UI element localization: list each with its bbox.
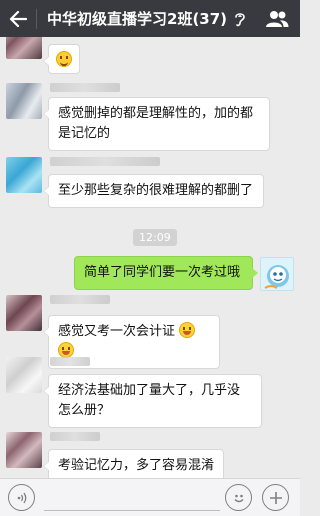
plus-icon: [269, 491, 282, 504]
message-text: 至少那些复杂的很难理解的都删了: [58, 183, 254, 198]
nickname-blurred: [50, 157, 160, 166]
ear-icon: [234, 11, 246, 27]
back-arrow-icon: [9, 10, 27, 27]
voice-button[interactable]: [8, 484, 35, 511]
message-text: 感觉又考一次会计证: [58, 324, 176, 339]
message-text: 经济法基础加了量大了，几乎没怎么册？: [58, 383, 241, 418]
message-bubble[interactable]: 感觉删掉的都是理解性的，加的都是记忆的: [43, 97, 270, 151]
nickname-blurred: [50, 295, 110, 304]
nickname-blurred: [50, 432, 100, 441]
timestamp-badge: 12:09: [133, 229, 177, 246]
back-button[interactable]: [0, 0, 36, 37]
group-info-button[interactable]: [262, 0, 292, 37]
chat-header: 中华初级直播学习2班(37): [0, 0, 300, 37]
message-text: 考验记忆力，多了容易混淆: [58, 458, 215, 473]
smile-emoji-icon: [56, 51, 72, 67]
avatar[interactable]: [6, 432, 42, 468]
group-members-icon: [266, 10, 289, 27]
message-text: 简单了同学们要一次考过哦: [84, 265, 241, 280]
chat-area[interactable]: 感觉删掉的都是理解性的，加的都是记忆的 至少那些复杂的很难理解的都删了 12:0…: [0, 37, 300, 478]
avatar[interactable]: [6, 157, 42, 193]
message-bubble[interactable]: 至少那些复杂的很难理解的都删了: [43, 174, 264, 208]
voice-icon: [17, 492, 26, 503]
laugh-cry-emoji-icon: [58, 342, 74, 358]
nickname-blurred: [50, 83, 120, 92]
message-bubble-own[interactable]: 简单了同学们要一次考过哦: [74, 256, 258, 290]
nickname-blurred: [50, 357, 90, 366]
emoji-icon: [233, 494, 244, 502]
avatar[interactable]: [6, 295, 42, 331]
message-bubble[interactable]: 经济法基础加了量大了，几乎没怎么册？: [43, 374, 262, 428]
avatar[interactable]: [6, 83, 42, 119]
emoji-button[interactable]: [225, 484, 252, 511]
avatar[interactable]: [6, 357, 42, 393]
avatar[interactable]: [6, 37, 42, 59]
message-input[interactable]: [44, 485, 220, 511]
input-bar: [0, 478, 300, 516]
header-divider: [36, 8, 37, 29]
more-button[interactable]: [262, 484, 289, 511]
own-avatar[interactable]: [260, 257, 294, 291]
laugh-cry-emoji-icon: [179, 322, 196, 338]
message-bubble[interactable]: 考验记忆力，多了容易混淆: [43, 449, 224, 478]
message-bubble[interactable]: [43, 44, 80, 74]
chat-title: 中华初级直播学习2班(37): [47, 10, 228, 28]
message-text: 感觉删掉的都是理解性的，加的都是记忆的: [58, 106, 254, 141]
